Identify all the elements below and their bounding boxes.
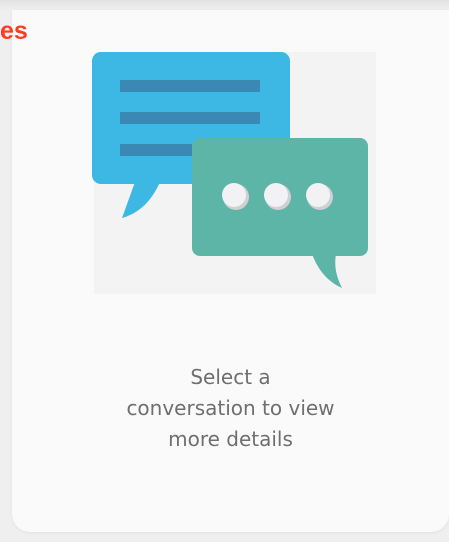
- page-title: es: [0, 17, 28, 45]
- empty-state-message: Select a conversation to view more detai…: [12, 362, 449, 455]
- empty-state-line-1: Select a: [190, 365, 271, 389]
- typing-dot-3: [306, 183, 330, 207]
- empty-state-line-3: more details: [168, 427, 293, 451]
- typing-dot-1: [222, 183, 246, 207]
- text-line-2: [120, 112, 260, 124]
- chat-bubbles-icon: [92, 52, 376, 294]
- conversation-page: Select a conversation to view more detai…: [0, 0, 449, 542]
- top-shadow: [0, 0, 449, 10]
- empty-state-line-2: conversation to view: [126, 396, 335, 420]
- conversation-detail-panel: Select a conversation to view more detai…: [12, 10, 449, 532]
- text-line-1: [120, 80, 260, 92]
- typing-dot-2: [264, 183, 288, 207]
